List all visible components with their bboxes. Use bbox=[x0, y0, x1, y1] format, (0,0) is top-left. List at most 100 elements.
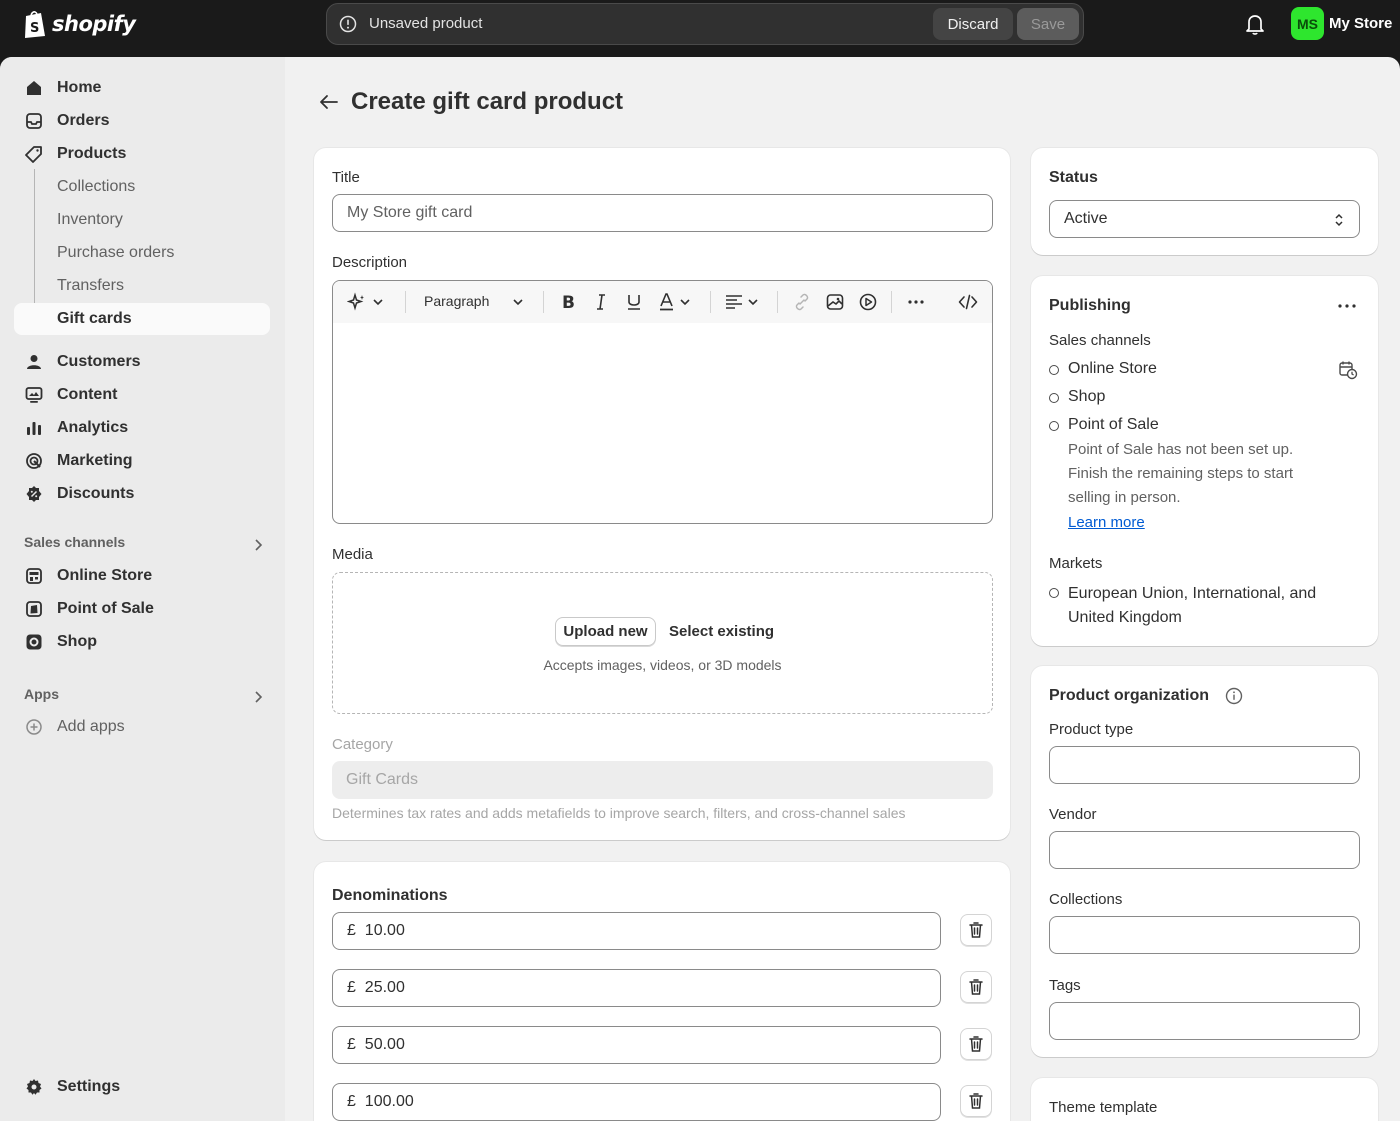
code-icon[interactable] bbox=[958, 292, 978, 312]
delete-denomination-button[interactable] bbox=[960, 1085, 992, 1117]
chevron-down-icon[interactable] bbox=[746, 292, 760, 312]
sidebar-item-purchase-orders[interactable]: Purchase orders bbox=[14, 237, 270, 269]
tags-input[interactable] bbox=[1049, 1002, 1360, 1040]
channel-indicator bbox=[1049, 421, 1059, 431]
align-left-icon[interactable] bbox=[724, 292, 744, 312]
title-label: Title bbox=[332, 169, 360, 186]
vendor-input[interactable] bbox=[1049, 831, 1360, 869]
store-name[interactable]: My Store bbox=[1329, 15, 1392, 32]
media-dropzone[interactable]: Upload new Select existing Accepts image… bbox=[332, 572, 993, 714]
unsaved-message: Unsaved product bbox=[369, 15, 483, 32]
link-icon[interactable] bbox=[792, 292, 812, 312]
alert-circle-icon bbox=[339, 15, 357, 33]
chevron-down-icon[interactable] bbox=[371, 292, 385, 312]
shopify-logo[interactable]: S shopify bbox=[22, 9, 136, 39]
svg-text:S: S bbox=[30, 21, 39, 36]
info-icon[interactable] bbox=[1225, 687, 1243, 705]
sidebar-item-transfers[interactable]: Transfers bbox=[14, 270, 270, 302]
avatar[interactable]: MS bbox=[1291, 7, 1324, 40]
chevron-right-icon[interactable] bbox=[252, 538, 264, 552]
product-type-input[interactable] bbox=[1049, 746, 1360, 784]
sidebar-item-customers[interactable]: Customers bbox=[14, 346, 270, 378]
more-horizontal-icon[interactable] bbox=[906, 292, 926, 312]
target-icon bbox=[26, 453, 42, 469]
more-horizontal-icon[interactable] bbox=[1337, 302, 1357, 310]
sidebar-item-settings[interactable]: Settings bbox=[14, 1071, 270, 1103]
sidebar-item-orders[interactable]: Orders bbox=[14, 105, 270, 137]
category-label: Category bbox=[332, 736, 393, 753]
select-existing-button[interactable]: Select existing bbox=[669, 623, 774, 640]
sidebar-item-discounts[interactable]: Discounts bbox=[14, 478, 270, 510]
chevron-down-icon[interactable] bbox=[511, 292, 525, 312]
pos-icon bbox=[26, 601, 42, 617]
delete-denomination-button[interactable] bbox=[960, 914, 992, 946]
denomination-input[interactable]: £ 50.00 bbox=[332, 1026, 941, 1064]
publishing-title: Publishing bbox=[1049, 297, 1131, 314]
product-organization-title: Product organization bbox=[1049, 687, 1209, 704]
category-help: Determines tax rates and adds metafields… bbox=[332, 805, 906, 821]
market-indicator bbox=[1049, 588, 1059, 598]
delete-denomination-button[interactable] bbox=[960, 971, 992, 1003]
toolbar-divider bbox=[891, 291, 892, 313]
sidebar-item-label: Settings bbox=[57, 1078, 121, 1095]
chevron-down-icon[interactable] bbox=[678, 292, 692, 312]
sidebar-item-point-of-sale[interactable]: Point of Sale bbox=[14, 593, 270, 625]
sidebar-item-collections[interactable]: Collections bbox=[14, 171, 270, 203]
upload-new-button[interactable]: Upload new bbox=[555, 617, 656, 646]
sidebar-item-analytics[interactable]: Analytics bbox=[14, 412, 270, 444]
media-label: Media bbox=[332, 546, 373, 563]
discard-button[interactable]: Discard bbox=[933, 8, 1013, 40]
sidebar-item-marketing[interactable]: Marketing bbox=[14, 445, 270, 477]
sidebar: Home Orders Products Collections Invento… bbox=[0, 57, 285, 1121]
home-icon bbox=[27, 81, 41, 95]
sidebar-item-content[interactable]: Content bbox=[14, 379, 270, 411]
status-title: Status bbox=[1049, 169, 1098, 186]
currency-symbol: £ bbox=[347, 922, 356, 939]
tags-label: Tags bbox=[1049, 977, 1081, 994]
learn-more-link[interactable]: Learn more bbox=[1068, 514, 1145, 531]
shop-app-icon bbox=[26, 634, 42, 650]
sidebar-item-inventory[interactable]: Inventory bbox=[14, 204, 270, 236]
delete-denomination-button[interactable] bbox=[960, 1028, 992, 1060]
video-play-icon[interactable] bbox=[858, 292, 878, 312]
underline-icon[interactable] bbox=[624, 292, 644, 312]
sidebar-subitem-label: Collections bbox=[57, 178, 136, 195]
sidebar-item-label: Online Store bbox=[57, 567, 153, 584]
calendar-clock-icon[interactable] bbox=[1338, 360, 1358, 380]
collections-input[interactable] bbox=[1049, 916, 1360, 954]
denomination-input[interactable]: £ 10.00 bbox=[332, 912, 941, 950]
sidebar-item-add-apps[interactable]: Add apps bbox=[14, 711, 270, 743]
chevron-right-icon[interactable] bbox=[252, 690, 264, 704]
image-icon[interactable] bbox=[825, 292, 845, 312]
apps-heading[interactable]: Apps bbox=[24, 686, 59, 702]
status-select[interactable]: Active bbox=[1049, 200, 1360, 238]
denomination-input[interactable]: £ 25.00 bbox=[332, 969, 941, 1007]
sidebar-subitem-label: Purchase orders bbox=[57, 244, 175, 261]
denomination-value: 25.00 bbox=[364, 979, 405, 996]
description-editor[interactable]: Paragraph B bbox=[332, 280, 993, 524]
italic-icon[interactable] bbox=[591, 292, 611, 312]
back-arrow-icon[interactable] bbox=[318, 92, 340, 112]
denomination-input[interactable]: £ 100.00 bbox=[332, 1083, 941, 1121]
title-input[interactable]: My Store gift card bbox=[332, 194, 993, 232]
currency-symbol: £ bbox=[347, 979, 356, 996]
toolbar-divider bbox=[405, 291, 406, 313]
sales-channels-heading[interactable]: Sales channels bbox=[24, 534, 125, 550]
bell-icon[interactable] bbox=[1244, 12, 1266, 36]
sidebar-item-gift-cards[interactable]: Gift cards bbox=[14, 303, 270, 335]
save-button[interactable]: Save bbox=[1017, 8, 1079, 40]
paragraph-select[interactable]: Paragraph bbox=[424, 293, 489, 309]
sidebar-item-shop[interactable]: Shop bbox=[14, 626, 270, 658]
pos-setup-note: Point of Sale has not been set up. Finis… bbox=[1068, 441, 1294, 506]
status-card: Status Active bbox=[1031, 148, 1378, 255]
currency-symbol: £ bbox=[347, 1093, 356, 1110]
denominations-card: Denominations £ 10.00 £ 25.00 £ 50.00 £ … bbox=[314, 862, 1010, 1121]
product-type-label: Product type bbox=[1049, 721, 1134, 738]
text-color-icon[interactable] bbox=[657, 292, 677, 312]
magic-sparkle-icon[interactable] bbox=[347, 292, 367, 312]
bold-icon[interactable]: B bbox=[558, 292, 578, 312]
sidebar-item-home[interactable]: Home bbox=[14, 72, 270, 104]
sidebar-item-online-store[interactable]: Online Store bbox=[14, 560, 270, 592]
sidebar-item-products[interactable]: Products bbox=[14, 138, 270, 170]
shopify-bag-icon: S bbox=[25, 11, 45, 38]
